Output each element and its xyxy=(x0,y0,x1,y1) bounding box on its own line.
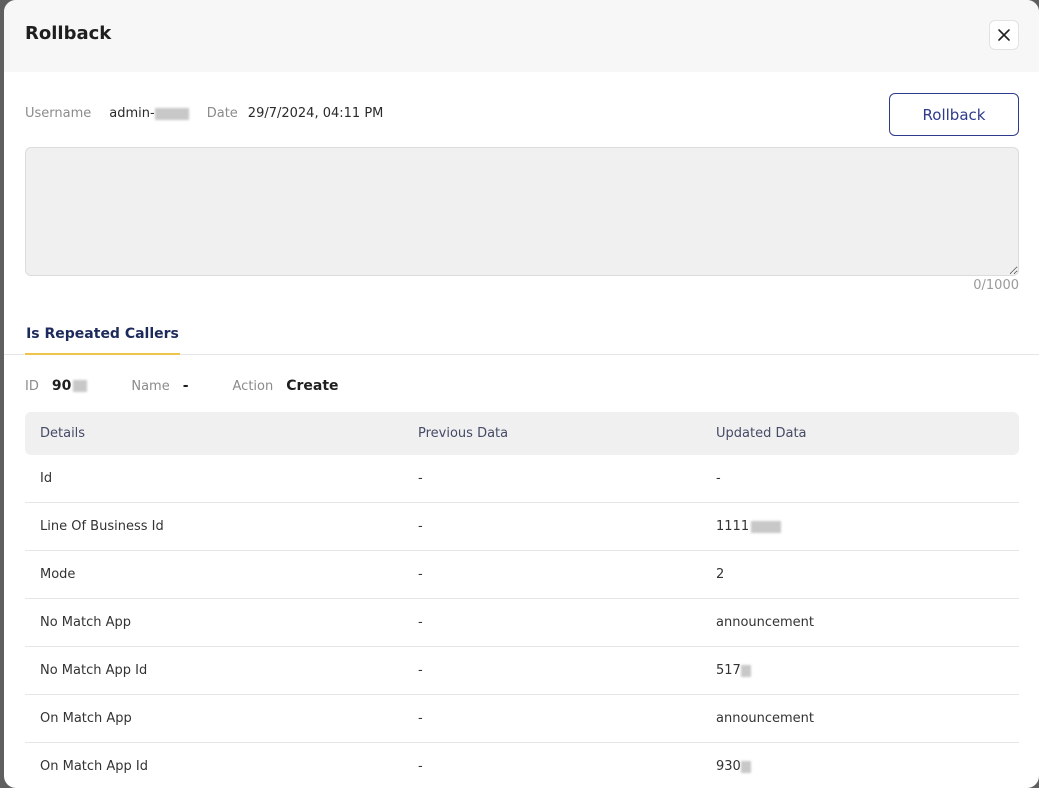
character-counter: 0/1000 xyxy=(973,278,1019,293)
close-button[interactable] xyxy=(989,20,1019,50)
cell-previous: - xyxy=(418,567,423,582)
cell-details: On Match App xyxy=(40,711,132,726)
redacted-block xyxy=(740,760,751,773)
cell-updated: 517 xyxy=(701,663,1019,678)
table-header: Details Previous Data Updated Data xyxy=(25,412,1019,455)
close-icon xyxy=(998,29,1010,41)
cell-previous: - xyxy=(418,471,423,486)
cell-previous: - xyxy=(418,519,423,534)
redacted-block xyxy=(73,380,88,392)
cell-updated: announcement xyxy=(716,711,815,726)
table-row: On Match App - announcement xyxy=(25,695,1019,743)
rollback-modal: Rollback Username admin- Date 29/7/2024,… xyxy=(4,0,1039,788)
cell-details: No Match App xyxy=(40,615,132,630)
comment-textarea[interactable] xyxy=(25,147,1019,276)
table-row: Mode - 2 xyxy=(25,551,1019,599)
name-label: Name xyxy=(131,378,170,394)
cell-details: On Match App Id xyxy=(40,759,149,774)
cell-updated: announcement xyxy=(716,615,815,630)
table-row: No Match App Id - 517 xyxy=(25,647,1019,695)
redacted-block xyxy=(740,664,751,677)
id-text: 90 xyxy=(51,378,72,394)
name-value: - xyxy=(182,378,189,394)
meta-row: Username admin- Date 29/7/2024, 04:11 PM xyxy=(25,106,401,121)
tab-is-repeated-callers[interactable]: Is Repeated Callers xyxy=(25,315,180,355)
table-row: On Match App Id - 930 xyxy=(25,743,1019,788)
cell-previous: - xyxy=(418,615,423,630)
date-label: Date xyxy=(206,106,238,121)
column-header-updated-data: Updated Data xyxy=(716,426,807,441)
column-header-details: Details xyxy=(40,426,86,441)
cell-details: Id xyxy=(40,471,53,486)
username-label: Username xyxy=(25,106,92,121)
modal-header: Rollback xyxy=(4,0,1039,72)
id-value: 90 xyxy=(51,378,88,394)
cell-updated-text: 517 xyxy=(716,663,741,678)
cell-updated-text: 1111 xyxy=(716,519,750,534)
id-label: ID xyxy=(25,378,39,394)
cell-details: Line Of Business Id xyxy=(40,519,164,534)
cell-updated: 2 xyxy=(716,567,725,582)
date-value: 29/7/2024, 04:11 PM xyxy=(247,106,384,121)
modal-title: Rollback xyxy=(25,23,112,44)
record-summary: ID 90 Name - Action Create xyxy=(25,378,383,394)
tab-bar: Is Repeated Callers xyxy=(4,315,1039,355)
cell-details: No Match App Id xyxy=(40,663,148,678)
column-header-previous-data: Previous Data xyxy=(418,426,509,441)
username-text: admin- xyxy=(109,106,155,121)
redacted-block xyxy=(154,107,189,120)
comment-area xyxy=(25,147,1019,276)
cell-details: Mode xyxy=(40,567,76,582)
rollback-button[interactable]: Rollback xyxy=(889,93,1019,136)
cell-updated: 930 xyxy=(701,759,1019,774)
cell-previous: - xyxy=(418,663,423,678)
table-row: No Match App - announcement xyxy=(25,599,1019,647)
cell-updated-text: 930 xyxy=(716,759,741,774)
cell-previous: - xyxy=(418,711,423,726)
redacted-block xyxy=(751,520,782,533)
action-label: Action xyxy=(232,378,274,394)
changes-table: Details Previous Data Updated Data Id - … xyxy=(25,412,1019,788)
table-row: Line Of Business Id - 1111 xyxy=(25,503,1019,551)
cell-previous: - xyxy=(418,759,423,774)
cell-updated: - xyxy=(716,471,721,486)
action-value: Create xyxy=(286,378,339,394)
cell-updated: 1111 xyxy=(701,519,1019,534)
username-value: admin- xyxy=(109,106,189,121)
table-row: Id - - xyxy=(25,455,1019,503)
